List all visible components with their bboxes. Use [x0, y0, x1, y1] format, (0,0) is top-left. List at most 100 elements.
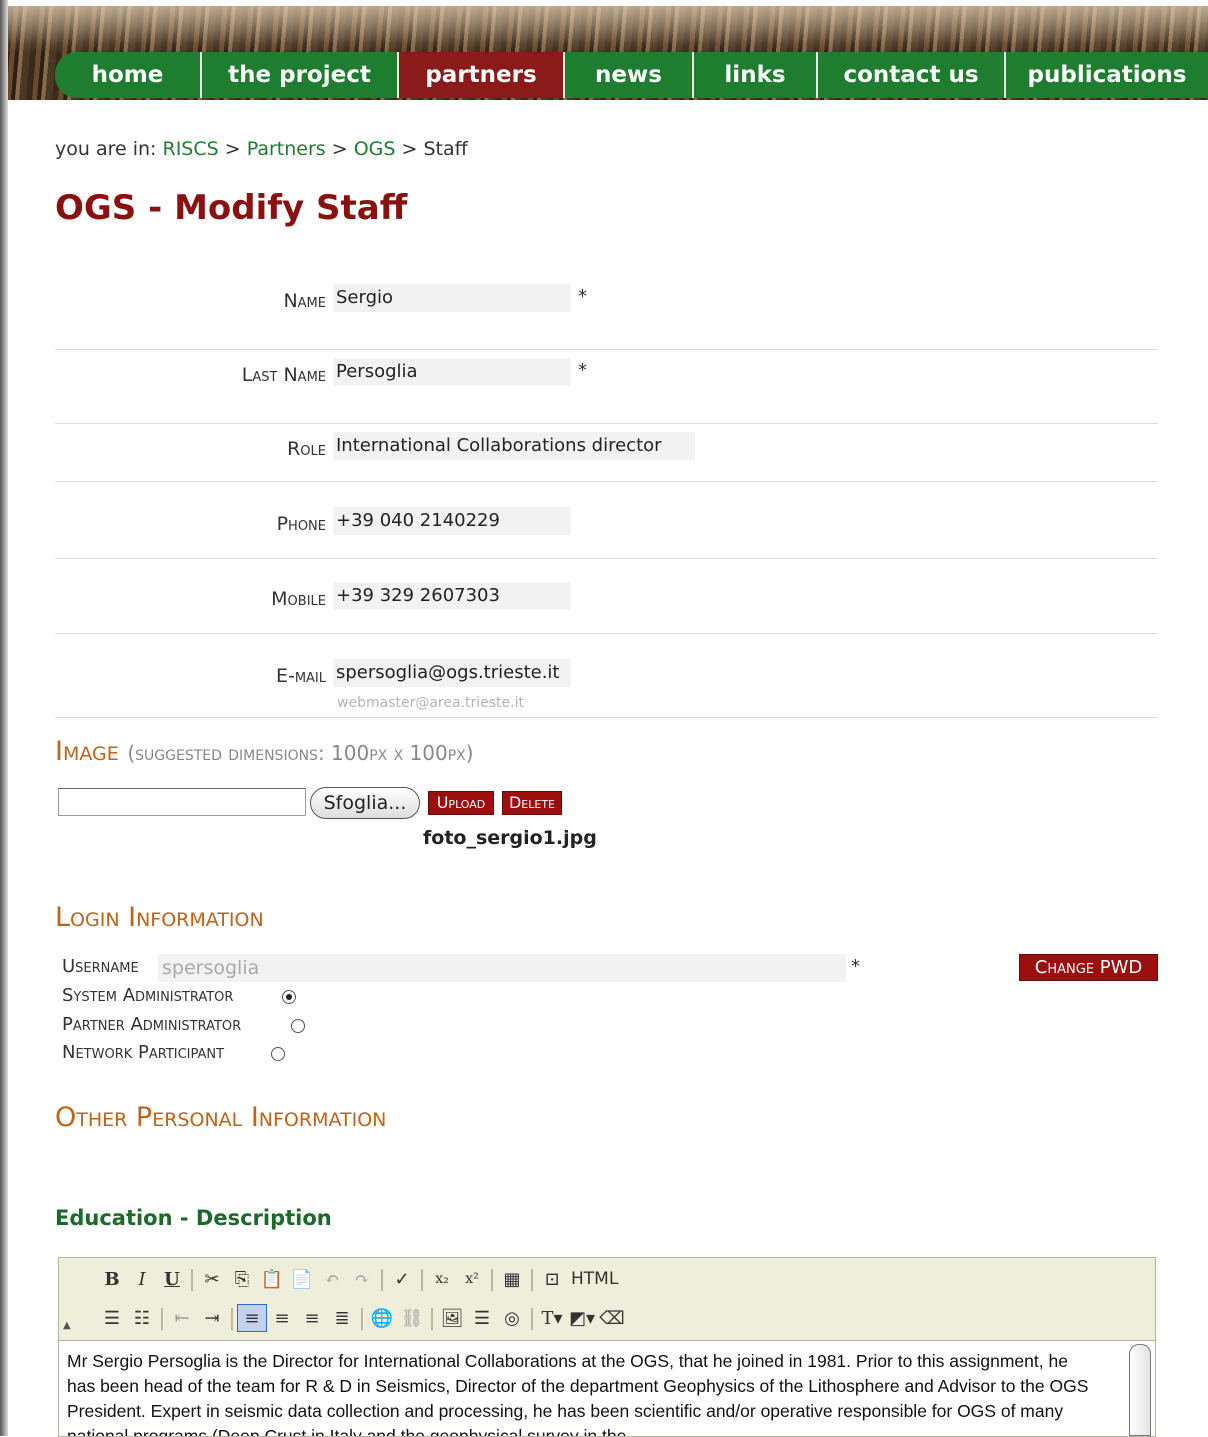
phone-input[interactable]: +39 040 2140229 — [333, 507, 571, 535]
text-color-icon[interactable]: T▾ — [537, 1304, 567, 1332]
name-input[interactable]: Sergio — [333, 284, 571, 312]
change-password-button[interactable]: Change PWD — [1019, 954, 1158, 981]
editor-scrollbar[interactable] — [1129, 1344, 1151, 1436]
role-input[interactable]: International Collaborations director — [333, 432, 695, 460]
username-input[interactable]: spersoglia — [158, 954, 846, 982]
nav-item-home[interactable]: home — [55, 52, 202, 98]
html-source-icon[interactable]: ⊡ — [537, 1265, 567, 1293]
delete-button[interactable]: Delete — [502, 791, 562, 815]
nav-item-news[interactable]: news — [565, 52, 694, 98]
nav-item-contact-us[interactable]: contact us — [818, 52, 1006, 98]
breadcrumb-link-riscs[interactable]: RISCS — [163, 138, 219, 160]
email-hint: webmaster@area.trieste.it — [337, 695, 524, 711]
role-network-participant-radio[interactable] — [271, 1047, 285, 1061]
mobile-input[interactable]: +39 329 2607303 — [333, 582, 571, 610]
role-label: Role — [287, 438, 326, 460]
toolbar-separator: | — [418, 1266, 426, 1292]
username-label: Username — [62, 956, 139, 977]
insert-image-icon[interactable]: 🖼 — [437, 1304, 467, 1332]
image-dimensions-note: (suggested dimensions: 100px x 100px) — [127, 741, 474, 765]
ordered-list-icon[interactable]: ☰ — [97, 1304, 127, 1332]
mobile-label: Mobile — [271, 588, 326, 610]
file-path-field[interactable] — [58, 788, 306, 816]
toolbar-separator: | — [488, 1266, 496, 1292]
breadcrumb-prefix: you are in: — [55, 138, 157, 160]
subscript-icon[interactable]: x₂ — [427, 1265, 457, 1293]
email-label: E-mail — [275, 665, 326, 687]
main-navigation: home the project partners news links con… — [55, 52, 1208, 98]
required-marker: * — [578, 286, 587, 307]
toolbar-separator: | — [158, 1305, 166, 1331]
align-left-icon[interactable]: ≡ — [237, 1304, 267, 1332]
align-center-icon[interactable]: ≡ — [267, 1304, 297, 1332]
remove-link-icon[interactable]: ⛓ — [397, 1304, 427, 1332]
html-button[interactable]: HTML — [567, 1265, 622, 1293]
eraser-icon[interactable]: ⌫ — [597, 1304, 627, 1332]
image-section-heading: Image (suggested dimensions: 100px x 100… — [55, 736, 474, 767]
upload-button[interactable]: Upload — [428, 791, 494, 815]
role-system-administrator-label: System Administrator — [62, 985, 234, 1006]
spellcheck-icon[interactable]: ✓ — [387, 1265, 417, 1293]
resize-grip-icon[interactable]: ▲ — [63, 1320, 73, 1334]
breadcrumb-link-ogs[interactable]: OGS — [354, 138, 396, 160]
justify-icon[interactable]: ≣ — [327, 1304, 357, 1332]
last-name-label: Last Name — [241, 364, 326, 386]
unordered-list-icon[interactable]: ☷ — [127, 1304, 157, 1332]
breadcrumb-separator: > — [401, 138, 418, 160]
phone-label: Phone — [276, 513, 326, 535]
italic-icon[interactable]: I — [127, 1265, 157, 1293]
page-left-border — [0, 0, 8, 1436]
superscript-icon[interactable]: x² — [457, 1265, 487, 1293]
uploaded-filename: foto_sergio1.jpg — [423, 827, 597, 849]
form-row-email: E-mail spersoglia@ogs.trieste.it webmast… — [55, 651, 1158, 718]
form-row-last-name: Last Name Persoglia * — [55, 350, 1158, 424]
paste-icon[interactable]: 📋 — [257, 1265, 287, 1293]
form-row-name: Name Sergio * — [55, 276, 1158, 350]
table-icon[interactable]: ▦ — [497, 1265, 527, 1293]
redo-icon[interactable]: ↷ — [347, 1265, 377, 1293]
role-network-participant-label: Network Participant — [62, 1042, 225, 1063]
breadcrumb: you are in: RISCS > Partners > OGS > Sta… — [55, 138, 468, 160]
form-row-phone: Phone +39 040 2140229 — [55, 499, 1158, 559]
role-system-administrator-radio[interactable] — [282, 990, 296, 1004]
email-input[interactable]: spersoglia@ogs.trieste.it — [333, 659, 571, 687]
form-row-mobile: Mobile +39 329 2607303 — [55, 574, 1158, 634]
rich-text-editor: ▲ B I U | ✂ ⎘ 📋 📄 ↶ ↷ | ✓ | x₂ x² | ▦ | … — [58, 1257, 1156, 1437]
editor-toolbar-row-2: ☰ ☷ | ⇤ ⇥ | ≡ ≡ ≡ ≣ | 🌐 ⛓ | 🖼 ☰ ◎ | T▾ ◩… — [97, 1302, 627, 1334]
underline-icon[interactable]: U — [157, 1265, 187, 1293]
nav-item-links[interactable]: links — [694, 52, 818, 98]
login-section-heading: Login Information — [55, 902, 264, 933]
copy-icon[interactable]: ⎘ — [227, 1265, 257, 1293]
role-partner-administrator-label: Partner Administrator — [62, 1014, 242, 1035]
toolbar-separator: | — [228, 1305, 236, 1331]
nav-item-the-project[interactable]: the project — [202, 52, 399, 98]
nav-item-partners[interactable]: partners — [399, 52, 565, 98]
page-title: OGS - Modify Staff — [55, 188, 408, 228]
breadcrumb-link-partners[interactable]: Partners — [247, 138, 326, 160]
editor-toolbar-row-1: B I U | ✂ ⎘ 📋 📄 ↶ ↷ | ✓ | x₂ x² | ▦ | ⊡ … — [97, 1263, 622, 1295]
last-name-input[interactable]: Persoglia — [333, 358, 571, 386]
browse-button[interactable]: Sfoglia... — [310, 787, 420, 819]
outdent-icon[interactable]: ⇤ — [167, 1304, 197, 1332]
image-heading-text: Image — [55, 736, 119, 767]
nav-item-publications[interactable]: publications — [1006, 52, 1208, 98]
undo-icon[interactable]: ↶ — [317, 1265, 347, 1293]
toolbar-separator: | — [528, 1266, 536, 1292]
toolbar-separator: | — [358, 1305, 366, 1331]
indent-icon[interactable]: ⇥ — [197, 1304, 227, 1332]
role-partner-administrator-radio[interactable] — [291, 1019, 305, 1033]
breadcrumb-separator: > — [224, 138, 241, 160]
background-color-icon[interactable]: ◩▾ — [567, 1304, 597, 1332]
insert-link-icon[interactable]: 🌐 — [367, 1304, 397, 1332]
paste-word-icon[interactable]: 📄 — [287, 1265, 317, 1293]
bold-icon[interactable]: B — [97, 1265, 127, 1293]
toolbar-separator: | — [528, 1305, 536, 1331]
align-right-icon[interactable]: ≡ — [297, 1304, 327, 1332]
toolbar-separator: | — [188, 1266, 196, 1292]
cut-icon[interactable]: ✂ — [197, 1265, 227, 1293]
horizontal-rule-icon[interactable]: ☰ — [467, 1304, 497, 1332]
toolbar-separator: | — [378, 1266, 386, 1292]
education-description-heading: Education - Description — [55, 1206, 332, 1230]
insert-media-icon[interactable]: ◎ — [497, 1304, 527, 1332]
editor-content-area[interactable]: Mr Sergio Persoglia is the Director for … — [59, 1340, 1155, 1436]
